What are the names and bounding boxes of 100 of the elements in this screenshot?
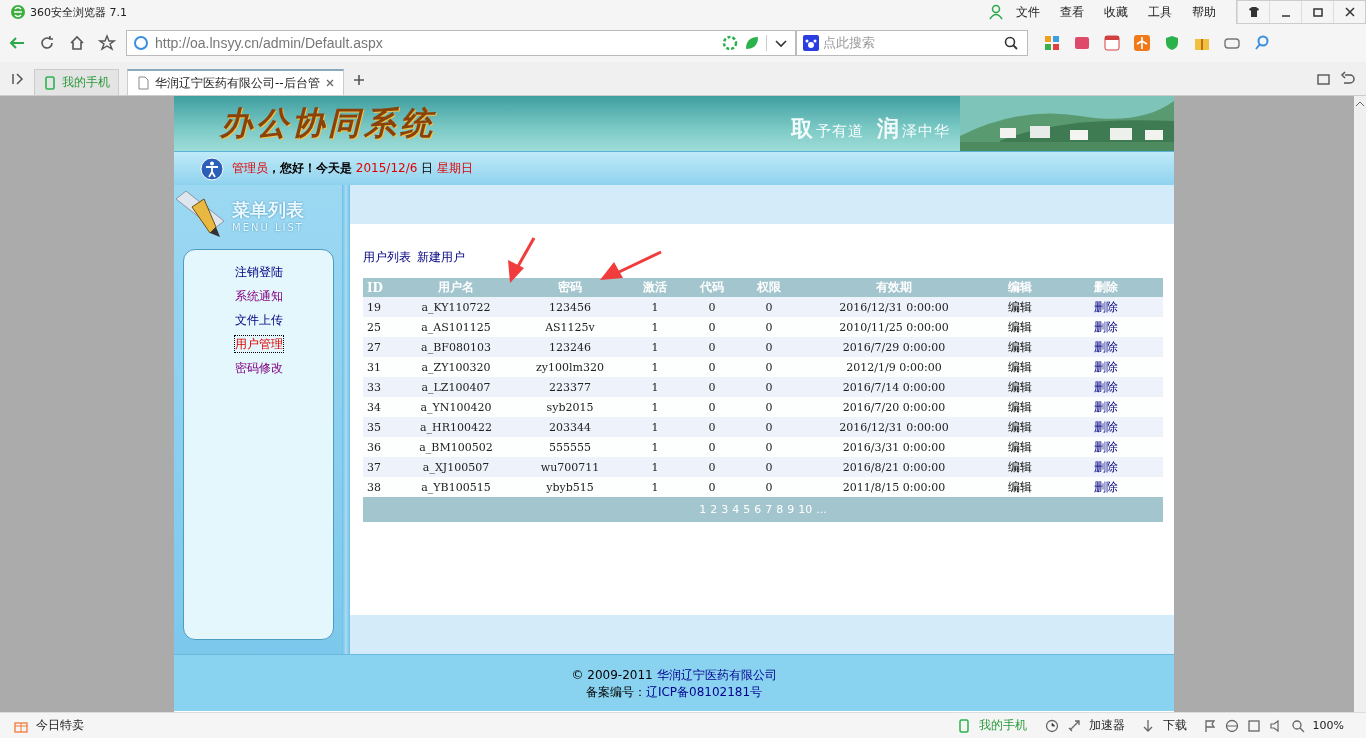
delete-link[interactable]: 删除: [1094, 459, 1118, 474]
delete-link[interactable]: 删除: [1094, 339, 1118, 354]
table-cell: 2010/11/25 0:00:00: [839, 320, 949, 334]
table-cell: a_YN100420: [420, 400, 492, 414]
zoom-icon[interactable]: [1290, 718, 1305, 733]
record-link[interactable]: 辽ICP备08102181号: [645, 685, 763, 699]
clock-icon[interactable]: [1044, 718, 1059, 733]
table-cell: zy100lm320: [536, 360, 604, 374]
table-cell: 0: [765, 360, 773, 374]
menu-link[interactable]: 文件上传: [234, 312, 283, 328]
close-icon[interactable]: [324, 78, 335, 88]
status-item[interactable]: 加速器: [1088, 717, 1125, 734]
table-cell: 0: [765, 460, 773, 474]
menu-item[interactable]: 帮助: [1192, 3, 1216, 21]
new-tab-icon[interactable]: [351, 73, 366, 87]
reload-icon[interactable]: [38, 34, 56, 52]
leaf-icon[interactable]: [744, 35, 760, 51]
window-icon[interactable]: [1246, 718, 1261, 733]
table-cell: 0: [708, 320, 716, 334]
apps-icon[interactable]: [1044, 35, 1060, 51]
edit-link[interactable]: 编辑: [1008, 439, 1032, 454]
table-cell: 38: [367, 480, 381, 494]
undo-icon[interactable]: [1340, 71, 1356, 87]
table-cell: 203344: [549, 420, 591, 434]
menu-subtitle: MENU LIST: [232, 221, 304, 233]
shield-icon[interactable]: [1164, 35, 1180, 51]
table-cell: wu700711: [540, 460, 600, 474]
close-icon: [1343, 6, 1356, 18]
menu-link[interactable]: 用户管理: [234, 336, 283, 352]
menu-link[interactable]: 系统通知: [234, 288, 283, 304]
magnifier-icon[interactable]: [1254, 35, 1270, 51]
user-icon[interactable]: [988, 4, 1004, 20]
home-icon[interactable]: [68, 34, 86, 52]
search-icon[interactable]: [1003, 35, 1019, 51]
delete-link[interactable]: 删除: [1094, 299, 1118, 314]
flag-icon[interactable]: [1202, 718, 1217, 733]
delete-link[interactable]: 删除: [1094, 359, 1118, 374]
status-item[interactable]: 下载: [1162, 717, 1187, 734]
edit-link[interactable]: 编辑: [1008, 459, 1032, 474]
scrollbar[interactable]: [1354, 96, 1366, 712]
table-cell: a_HR100422: [420, 420, 492, 434]
table-cell: 2012/1/9 0:00:00: [846, 360, 942, 374]
edit-link[interactable]: 编辑: [1008, 359, 1032, 374]
table-cell: 1: [651, 360, 659, 374]
edit-link[interactable]: 编辑: [1008, 479, 1032, 494]
speed-icon[interactable]: [722, 35, 738, 51]
scroll-up-icon[interactable]: [1355, 100, 1365, 108]
star-icon[interactable]: [98, 34, 116, 52]
edit-link[interactable]: 编辑: [1008, 319, 1032, 334]
page-icon: [136, 76, 150, 90]
table-cell: 27: [367, 340, 381, 354]
company-link[interactable]: 华润辽宁医药有限公司: [656, 668, 777, 682]
edit-link[interactable]: 编辑: [1008, 379, 1032, 394]
edit-link[interactable]: 编辑: [1008, 299, 1032, 314]
table-cell: 1: [651, 480, 659, 494]
table-cell: 0: [765, 480, 773, 494]
table-cell: 0: [708, 460, 716, 474]
edit-link[interactable]: 编辑: [1008, 399, 1032, 414]
delete-link[interactable]: 删除: [1094, 439, 1118, 454]
menu-item[interactable]: 工具: [1148, 3, 1172, 21]
table-cell: 1: [651, 420, 659, 434]
delete-link[interactable]: 删除: [1094, 319, 1118, 334]
delete-link[interactable]: 删除: [1094, 379, 1118, 394]
table-cell: a_XJ100507: [422, 460, 490, 474]
sidebar-toggle-icon[interactable]: [10, 71, 26, 87]
status-item[interactable]: 今日特卖: [36, 717, 84, 734]
table-cell: 0: [708, 440, 716, 454]
delete-link[interactable]: 删除: [1094, 479, 1118, 494]
menu-link[interactable]: 注销登陆: [234, 264, 283, 280]
nav-link[interactable]: 新建用户: [417, 248, 465, 266]
table-cell: 1: [651, 320, 659, 334]
table-cell: 33: [367, 380, 381, 394]
menu-link[interactable]: 密码修改: [234, 360, 283, 376]
table-cell: 2016/8/21 0:00:00: [842, 460, 946, 474]
address-field[interactable]: http://oa.lnsyy.cn/admin/Default.aspx: [126, 30, 796, 56]
window-title: 360安全浏览器 7.1: [30, 4, 127, 20]
tabs-icon[interactable]: [1316, 71, 1332, 87]
menu-item[interactable]: 查看: [1060, 3, 1084, 21]
plane-icon[interactable]: [1134, 35, 1150, 51]
table-cell: 1: [651, 380, 659, 394]
status-item[interactable]: 我的手机: [978, 717, 1027, 734]
menu-item[interactable]: 文件: [1016, 3, 1040, 21]
menu-item[interactable]: 收藏: [1104, 3, 1128, 21]
table-cell: 0: [708, 340, 716, 354]
zoom-level[interactable]: 100%: [1312, 719, 1344, 732]
edit-link[interactable]: 编辑: [1008, 339, 1032, 354]
edit-link[interactable]: 编辑: [1008, 419, 1032, 434]
browser-tab[interactable]: 华润辽宁医药有限公司--后台管: [127, 69, 344, 95]
delete-link[interactable]: 删除: [1094, 399, 1118, 414]
table-cell: 0: [765, 400, 773, 414]
table-cell: ybyb515: [546, 480, 594, 494]
table-cell: 555555: [549, 440, 591, 454]
delete-link[interactable]: 删除: [1094, 419, 1118, 434]
table-cell: 0: [765, 380, 773, 394]
minimize-icon: [1281, 15, 1290, 17]
table-cell: a_AS101125: [421, 320, 491, 334]
nav-link[interactable]: 用户列表: [363, 248, 411, 266]
table-cell: 0: [708, 380, 716, 394]
column-header: 权限: [757, 280, 781, 294]
column-header: 用户名: [438, 280, 474, 294]
